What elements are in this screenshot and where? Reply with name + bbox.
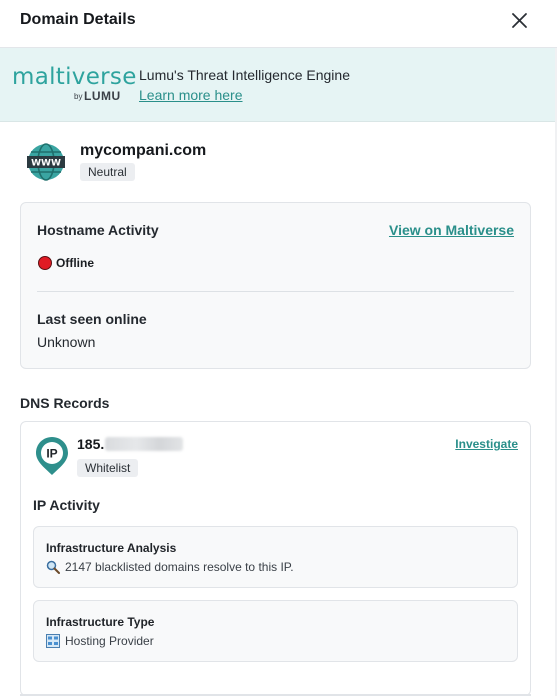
infrastructure-analysis-row: 2147 blacklisted domains resolve to this… [46, 560, 294, 574]
view-on-maltiverse-link[interactable]: View on Maltiverse [389, 222, 514, 238]
last-seen-value: Unknown [37, 334, 96, 350]
ip-address: 185. [77, 436, 184, 452]
ip-activity-title: IP Activity [33, 497, 100, 513]
learn-more-link[interactable]: Learn more here [139, 87, 243, 103]
ip-whitelist-badge: Whitelist [77, 459, 139, 477]
close-icon [512, 13, 527, 28]
divider [37, 291, 514, 292]
infrastructure-analysis-card: Infrastructure Analysis 2147 blacklisted… [33, 526, 518, 588]
investigate-link[interactable]: Investigate [455, 437, 518, 451]
infrastructure-type-title: Infrastructure Type [46, 615, 155, 629]
redacted-ip-segment [105, 437, 184, 451]
maltiverse-banner: maltiverse by LUMU Lumu's Threat Intelli… [0, 48, 557, 122]
reputation-badge: Neutral [80, 163, 135, 181]
magnifier-icon [46, 560, 60, 574]
infrastructure-type-row: Hosting Provider [46, 634, 154, 648]
close-button[interactable] [506, 8, 532, 34]
server-icon [46, 634, 60, 648]
infrastructure-analysis-text: 2147 blacklisted domains resolve to this… [65, 560, 294, 574]
svg-text:IP: IP [46, 447, 57, 461]
banner-title: Lumu's Threat Intelligence Engine [139, 67, 350, 83]
last-seen-label: Last seen online [37, 311, 147, 327]
offline-status-icon [38, 256, 52, 270]
panel-title: Domain Details [20, 11, 136, 28]
www-globe-icon: WWW [27, 143, 65, 181]
maltiverse-logo: maltiverse by LUMU [12, 64, 137, 103]
domain-name: mycompani.com [80, 142, 207, 159]
panel-header: Domain Details [0, 0, 557, 48]
ip-location-pin-icon: IP [36, 437, 68, 475]
infrastructure-analysis-title: Infrastructure Analysis [46, 541, 177, 555]
infrastructure-type-card: Infrastructure Type Hosting Provider [33, 600, 518, 662]
status-text: Offline [56, 256, 94, 270]
dns-records-title: DNS Records [20, 395, 110, 411]
dns-record-card: IP 185. Whitelist Investigate IP Activit… [20, 421, 531, 696]
infrastructure-type-text: Hosting Provider [65, 634, 154, 648]
hostname-activity-card: Hostname Activity View on Maltiverse Off… [20, 202, 531, 369]
svg-text:WWW: WWW [31, 159, 61, 169]
hostname-activity-title: Hostname Activity [37, 222, 159, 238]
